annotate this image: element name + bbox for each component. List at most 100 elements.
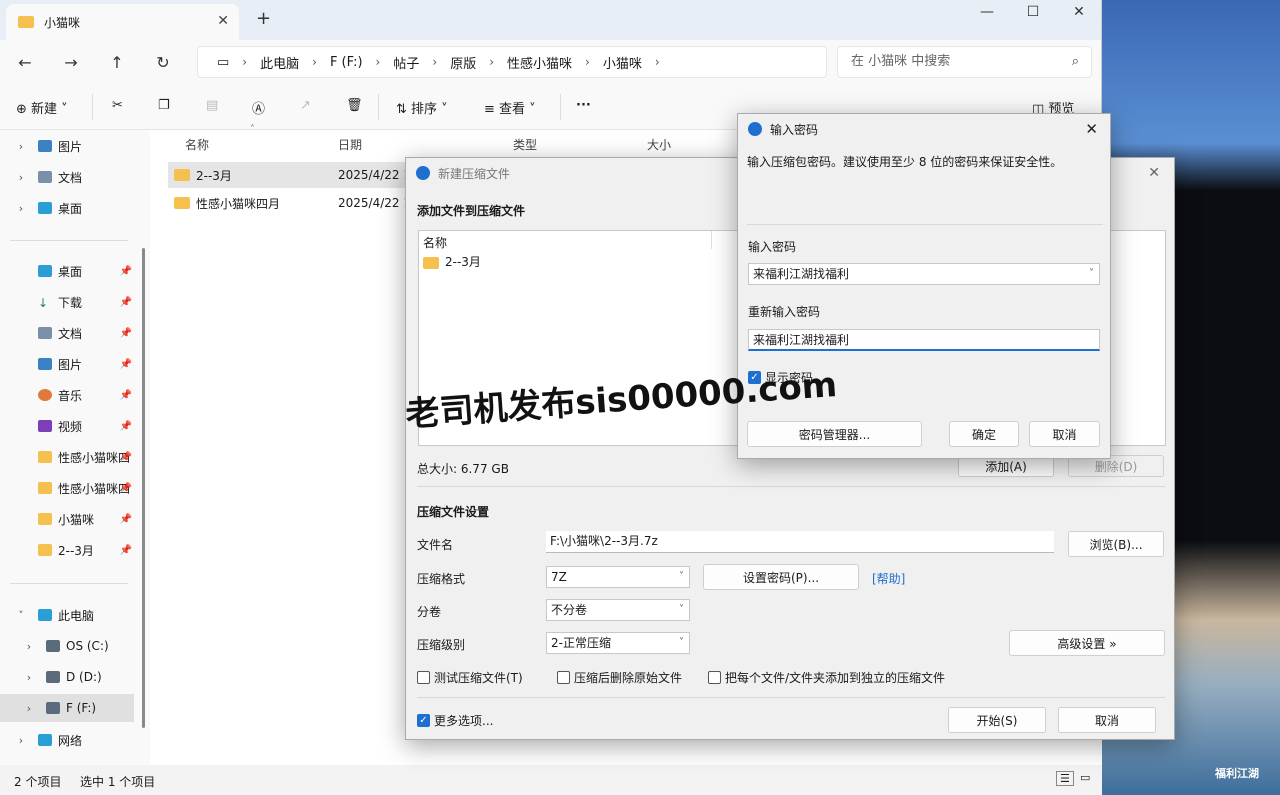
status-bar: 2 个项目 选中 1 个项目 ☰ ▭ <box>0 765 1102 795</box>
quick-item[interactable]: 桌面 📌 <box>0 257 140 285</box>
sidebar-item-drive[interactable]: › D (D:) <box>0 663 140 691</box>
search-input[interactable]: 在 小猫咪 中搜索 ⌕ <box>837 46 1092 78</box>
sidebar-label: OS (C:) <box>66 639 109 653</box>
format-select[interactable]: 7Z ˅ <box>546 566 690 588</box>
new-tab-icon[interactable]: + <box>256 8 271 29</box>
breadcrumb-item[interactable]: 原版 <box>441 53 485 72</box>
tab-current[interactable]: 小猫咪 ✕ <box>6 4 239 40</box>
cut-icon[interactable]: ✂ <box>112 98 123 113</box>
more-icon[interactable]: ··· <box>576 98 591 113</box>
details-view-icon[interactable]: ☰ <box>1056 771 1074 786</box>
copy-icon[interactable]: ❐ <box>158 98 170 113</box>
video-icon <box>38 420 52 432</box>
search-placeholder: 在 小猫咪 中搜索 <box>851 54 951 69</box>
advanced-settings-button[interactable]: 高级设置 » <box>1009 630 1165 656</box>
breadcrumb-item[interactable]: 小猫咪 <box>594 53 651 72</box>
pin-icon: 📌 <box>119 389 132 401</box>
level-value: 2-正常压缩 <box>551 636 611 650</box>
quick-item[interactable]: 音乐 📌 <box>0 381 140 409</box>
share-icon[interactable]: ↗ <box>300 98 311 113</box>
breadcrumb-item[interactable]: 此电脑 <box>251 53 308 72</box>
paste-icon[interactable]: ▤ <box>206 98 218 113</box>
refresh-icon[interactable]: ↻ <box>140 53 186 72</box>
quick-item[interactable]: 性感小猫咪四 📌 <box>0 474 140 502</box>
folder-icon <box>174 169 190 181</box>
separate-archives-checkbox[interactable]: 把每个文件/文件夹添加到独立的压缩文件 <box>708 669 945 686</box>
password-manager-button[interactable]: 密码管理器... <box>747 421 922 447</box>
quick-item[interactable]: 2--3月 📌 <box>0 536 140 564</box>
delete-after-checkbox[interactable]: 压缩后删除原始文件 <box>557 669 682 686</box>
reenter-password-input[interactable]: 来福利江湖找福利 <box>748 329 1100 351</box>
table-row[interactable]: 性感小猫咪四月 <box>168 190 280 216</box>
maximize-icon[interactable]: ☐ <box>1010 4 1056 20</box>
breadcrumb-item[interactable]: 性感小猫咪 <box>498 53 581 72</box>
filename-input[interactable]: F:\小猫咪\2--3月.7z <box>546 531 1054 553</box>
close-window-icon[interactable]: ✕ <box>1056 4 1102 20</box>
list-item[interactable]: 2--3月 <box>423 253 481 270</box>
column-header-name[interactable]: 名称 <box>185 136 209 153</box>
item-count: 2 个项目 <box>14 775 62 789</box>
breadcrumb-item[interactable]: 帖子 <box>384 53 428 72</box>
pin-icon: 📌 <box>119 296 132 308</box>
forward-icon[interactable]: → <box>48 53 94 72</box>
drive-icon <box>46 702 60 714</box>
password-input[interactable]: 来福利江湖找福利 ˅ <box>748 263 1100 285</box>
quick-item[interactable]: 视频 📌 <box>0 412 140 440</box>
level-select[interactable]: 2-正常压缩 ˅ <box>546 632 690 654</box>
sidebar-item-network[interactable]: › 网络 <box>0 726 140 754</box>
delete-icon[interactable]: 🗑 <box>346 98 363 113</box>
more-options-checkbox[interactable]: ✓ 更多选项... <box>417 712 493 729</box>
selection-count: 选中 1 个项目 <box>80 775 156 789</box>
start-button[interactable]: 开始(S) <box>948 707 1046 733</box>
new-button[interactable]: ⊕ 新建 ˅ <box>16 98 68 117</box>
minimize-icon[interactable]: — <box>964 4 1010 20</box>
tiles-view-icon[interactable]: ▭ <box>1080 771 1090 784</box>
quick-item[interactable]: 性感小猫咪四 📌 <box>0 443 140 471</box>
sidebar-scrollbar[interactable] <box>142 248 145 728</box>
sidebar-item-desktop[interactable]: › 桌面 <box>0 194 140 222</box>
corner-logo: 福利江湖 <box>1215 767 1259 780</box>
sidebar-item-pictures[interactable]: › 图片 <box>0 132 140 160</box>
test-archive-checkbox[interactable]: 测试压缩文件(T) <box>417 669 523 686</box>
pin-icon: 📌 <box>119 451 132 463</box>
split-select[interactable]: 不分卷 ˅ <box>546 599 690 621</box>
breadcrumb-item[interactable]: F (F:) <box>321 55 372 70</box>
sidebar-item-documents[interactable]: › 文档 <box>0 163 140 191</box>
sidebar-label: 图片 <box>58 139 83 154</box>
sort-button[interactable]: ⇅ 排序 ˅ <box>396 98 448 117</box>
back-icon[interactable]: ← <box>2 53 48 72</box>
sidebar-item-this-pc[interactable]: ˅ 此电脑 <box>0 601 140 629</box>
cancel-button[interactable]: 取消 <box>1029 421 1100 447</box>
close-icon[interactable]: ✕ <box>1085 120 1098 138</box>
quick-item[interactable]: 小猫咪 📌 <box>0 505 140 533</box>
folder-icon <box>174 197 190 209</box>
level-label: 压缩级别 <box>417 638 466 652</box>
quick-item[interactable]: ↓ 下载 📌 <box>0 288 140 316</box>
sidebar-item-drive[interactable]: › F (F:) <box>0 694 134 722</box>
quick-item[interactable]: 文档 📌 <box>0 319 140 347</box>
pin-icon: 📌 <box>119 513 132 525</box>
cancel-button[interactable]: 取消 <box>1058 707 1156 733</box>
dialog-title: 新建压缩文件 <box>438 166 511 181</box>
column-header-date[interactable]: 日期 <box>338 136 362 153</box>
up-icon[interactable]: ↑ <box>94 53 140 72</box>
ok-button[interactable]: 确定 <box>949 421 1019 447</box>
rename-icon[interactable]: Ⓐ <box>252 98 265 117</box>
sort-label: 排序 <box>411 102 438 117</box>
close-tab-icon[interactable]: ✕ <box>217 13 229 29</box>
folder-icon <box>38 482 52 494</box>
column-header-type[interactable]: 类型 <box>513 136 537 153</box>
column-header-size[interactable]: 大小 <box>647 136 671 153</box>
close-icon[interactable]: ✕ <box>1148 165 1160 181</box>
chevron-down-icon: ˅ <box>679 571 684 582</box>
sidebar-label: 此电脑 <box>58 608 95 623</box>
breadcrumb[interactable]: ▭ › 此电脑 › F (F:) › 帖子 › 原版 › 性感小猫咪 › 小猫咪 › <box>197 46 827 78</box>
quick-item[interactable]: 图片 📌 <box>0 350 140 378</box>
set-password-button[interactable]: 设置密码(P)... <box>703 564 859 590</box>
password-label: 输入密码 <box>748 240 797 254</box>
sidebar-label: D (D:) <box>66 670 102 684</box>
browse-button[interactable]: 浏览(B)... <box>1068 531 1164 557</box>
view-button[interactable]: ≡ 查看 ˅ <box>484 98 536 117</box>
help-link[interactable]: [帮助] <box>872 570 905 587</box>
sidebar-item-drive[interactable]: › OS (C:) <box>0 632 140 660</box>
